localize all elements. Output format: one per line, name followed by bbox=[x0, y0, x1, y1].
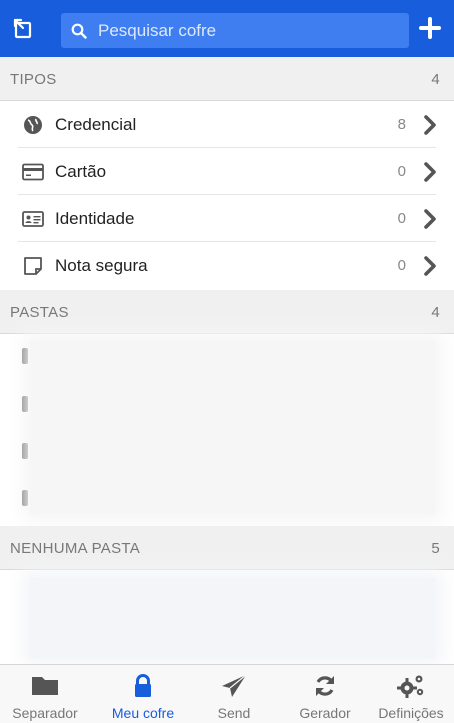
section-header-folders: PASTAS 4 bbox=[0, 290, 454, 334]
type-count: 8 bbox=[397, 116, 406, 133]
chevron-right-icon bbox=[420, 161, 440, 183]
tab-my-vault[interactable]: Meu cofre bbox=[98, 665, 188, 723]
folder-icon bbox=[30, 673, 60, 699]
app-header bbox=[0, 0, 454, 57]
section-count: 5 bbox=[431, 540, 440, 557]
sticky-note-icon bbox=[22, 255, 44, 277]
gears-icon bbox=[396, 673, 426, 699]
section-count: 4 bbox=[431, 71, 440, 88]
section-header-no-folder: NENHUMA PASTA 5 bbox=[0, 526, 454, 570]
folder-icon bbox=[22, 443, 28, 459]
refresh-icon bbox=[310, 673, 340, 699]
type-count: 0 bbox=[397, 210, 406, 227]
lock-icon bbox=[128, 673, 158, 699]
search-icon bbox=[71, 22, 89, 40]
tab-label: Meu cofre bbox=[111, 705, 175, 721]
section-header-types: TIPOS 4 bbox=[0, 57, 454, 101]
type-label: Nota segura bbox=[55, 256, 148, 275]
plus-icon bbox=[419, 17, 441, 39]
tab-label: Send bbox=[217, 705, 251, 721]
redacted-folders bbox=[30, 340, 436, 514]
section-title: NENHUMA PASTA bbox=[10, 540, 141, 557]
folder-icon bbox=[22, 396, 28, 412]
popout-icon[interactable] bbox=[10, 15, 38, 43]
tab-separator[interactable]: Separador bbox=[0, 665, 90, 723]
globe-icon bbox=[22, 114, 44, 136]
folder-icon bbox=[22, 490, 28, 506]
section-title: PASTAS bbox=[10, 304, 69, 321]
type-label: Cartão bbox=[55, 162, 107, 181]
type-label: Credencial bbox=[55, 115, 137, 134]
section-title: TIPOS bbox=[10, 71, 57, 88]
folder-icon bbox=[22, 348, 28, 364]
redacted-items bbox=[30, 578, 436, 658]
tab-settings[interactable]: Definições bbox=[368, 665, 454, 723]
chevron-right-icon bbox=[420, 255, 440, 277]
chevron-right-icon bbox=[420, 208, 440, 230]
type-row-card[interactable]: Cartão 0 bbox=[0, 148, 454, 195]
tab-label: Separador bbox=[12, 705, 78, 721]
credit-card-icon bbox=[22, 161, 44, 183]
type-row-identity[interactable]: Identidade 0 bbox=[0, 195, 454, 242]
type-row-login[interactable]: Credencial 8 bbox=[0, 101, 454, 148]
type-count: 0 bbox=[397, 257, 406, 274]
type-row-secure-note[interactable]: Nota segura 0 bbox=[0, 242, 454, 289]
section-count: 4 bbox=[431, 304, 440, 321]
paper-plane-icon bbox=[219, 673, 249, 699]
type-label: Identidade bbox=[55, 209, 135, 228]
tab-label: Gerador bbox=[299, 705, 351, 721]
add-item-button[interactable] bbox=[418, 16, 442, 40]
type-count: 0 bbox=[397, 163, 406, 180]
chevron-right-icon bbox=[420, 114, 440, 136]
id-card-icon bbox=[22, 208, 44, 230]
tab-label: Definições bbox=[378, 705, 444, 721]
search-input[interactable] bbox=[96, 19, 390, 42]
tab-send[interactable]: Send bbox=[189, 665, 279, 723]
search-box[interactable] bbox=[61, 13, 409, 48]
tab-generator[interactable]: Gerador bbox=[280, 665, 370, 723]
bottom-nav: Separador Meu cofre Send Gerador Definiç… bbox=[0, 664, 454, 723]
